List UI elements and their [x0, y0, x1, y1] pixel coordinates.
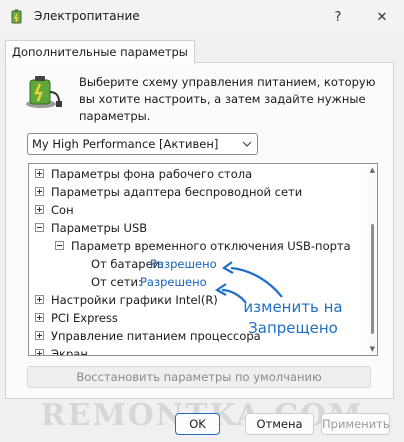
- scroll-thumb[interactable]: [371, 224, 374, 334]
- expand-plus-icon[interactable]: [35, 169, 44, 178]
- tree-scrollbar[interactable]: ▲ ▼: [367, 164, 377, 355]
- annotation-text: изменить на Запрещено: [238, 297, 348, 339]
- battery-icon: [26, 76, 62, 108]
- tree-item-label: Экран: [51, 347, 88, 356]
- close-icon: ✕: [376, 9, 388, 25]
- expand-plus-icon[interactable]: [35, 349, 44, 355]
- help-button[interactable]: ?: [318, 0, 358, 34]
- tree-item-label: PCI Express: [51, 311, 118, 325]
- tree-item-label: Параметр временного отключения USB-порта: [71, 239, 351, 253]
- power-plan-select[interactable]: My High Performance [Активен]: [27, 133, 258, 155]
- scroll-up-icon[interactable]: ▲: [370, 166, 375, 174]
- window-title: Электропитание: [34, 9, 140, 23]
- plugged-in-value-link[interactable]: Разрешено: [140, 273, 207, 291]
- restore-defaults-button[interactable]: Восстановить параметры по умолчанию: [27, 366, 371, 388]
- collapse-minus-icon[interactable]: [55, 241, 64, 250]
- close-button[interactable]: ✕: [362, 0, 402, 34]
- scroll-down-icon[interactable]: ▼: [370, 345, 375, 353]
- tree-item-label: Параметры USB: [51, 221, 148, 235]
- expand-plus-icon[interactable]: [35, 187, 44, 196]
- power-options-icon: [11, 9, 22, 24]
- expand-plus-icon[interactable]: [35, 205, 44, 214]
- tree-item-label: Параметры адаптера беспроводной сети: [51, 185, 303, 199]
- collapse-minus-icon[interactable]: [35, 223, 44, 232]
- title-bar: Электропитание ? ✕: [0, 0, 404, 34]
- apply-button[interactable]: Применить: [321, 413, 390, 435]
- annotation-line-2: Запрещено: [248, 319, 338, 337]
- chevron-down-icon: [242, 141, 252, 147]
- tree-item-label: Настройки графики Intel(R): [51, 293, 218, 307]
- tree-item-label: Управление питанием процессора: [51, 329, 261, 343]
- power-plan-value: My High Performance [Активен]: [32, 137, 219, 151]
- tree-item-label: Сон: [51, 203, 74, 217]
- ok-button[interactable]: OK: [175, 413, 220, 435]
- help-icon: ?: [334, 9, 342, 25]
- setting-label: От сети:: [91, 275, 142, 289]
- expand-plus-icon[interactable]: [35, 295, 44, 304]
- expand-plus-icon[interactable]: [35, 313, 44, 322]
- tree-item-label: Параметры фона рабочего стола: [51, 167, 253, 181]
- annotation-line-1: изменить на: [243, 298, 343, 316]
- on-battery-value-link[interactable]: Разрешено: [150, 255, 217, 273]
- tab-advanced-settings[interactable]: Дополнительные параметры: [5, 40, 195, 64]
- cancel-button[interactable]: Отмена: [245, 413, 314, 435]
- intro-text: Выберите схему управления питанием, кото…: [79, 75, 376, 123]
- expand-plus-icon[interactable]: [35, 331, 44, 340]
